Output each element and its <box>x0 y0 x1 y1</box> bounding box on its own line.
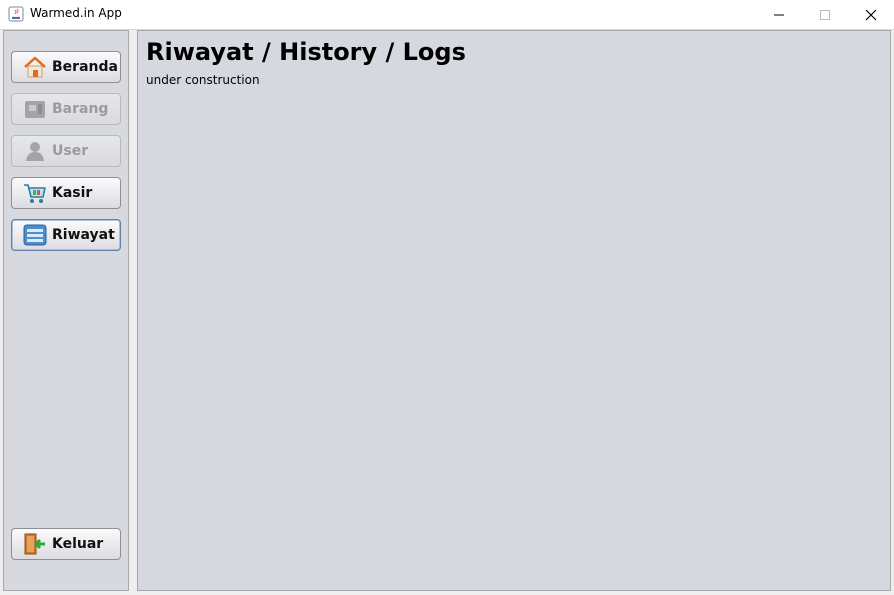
exit-door-icon <box>23 533 47 555</box>
sidebar-item-kasir[interactable]: Kasir <box>11 177 121 209</box>
window-title: Warmed.in App <box>30 6 122 20</box>
sidebar-item-label: Beranda <box>52 59 118 75</box>
logout-button[interactable]: Keluar <box>11 528 121 560</box>
page-title: Riwayat / History / Logs <box>146 38 466 66</box>
java-app-icon <box>8 6 24 22</box>
close-icon <box>865 9 877 20</box>
sidebar-item-label: Kasir <box>52 185 93 201</box>
box-icon <box>23 98 47 120</box>
sidebar-item-beranda[interactable]: Beranda <box>11 51 121 83</box>
logout-label: Keluar <box>52 536 104 552</box>
user-icon <box>23 140 47 162</box>
maximize-icon <box>820 9 830 20</box>
home-icon <box>23 56 47 78</box>
sidebar-item-riwayat[interactable]: Riwayat <box>11 219 121 251</box>
sidebar: Beranda Barang User Kasir Riwayat Keluar <box>3 30 129 591</box>
page-subtitle: under construction <box>146 73 260 87</box>
sidebar-item-barang[interactable]: Barang <box>11 93 121 125</box>
sidebar-item-user[interactable]: User <box>11 135 121 167</box>
sidebar-item-label: User <box>52 143 89 159</box>
cart-icon <box>23 182 47 204</box>
main-panel: Riwayat / History / Logs under construct… <box>137 30 891 591</box>
history-icon <box>23 224 47 246</box>
minimize-button[interactable] <box>756 0 802 29</box>
sidebar-item-label: Riwayat <box>52 227 115 243</box>
maximize-button[interactable] <box>802 0 848 29</box>
sidebar-item-label: Barang <box>52 101 109 117</box>
close-button[interactable] <box>848 0 894 29</box>
minimize-icon <box>774 14 784 15</box>
window-titlebar: Warmed.in App <box>0 0 894 29</box>
